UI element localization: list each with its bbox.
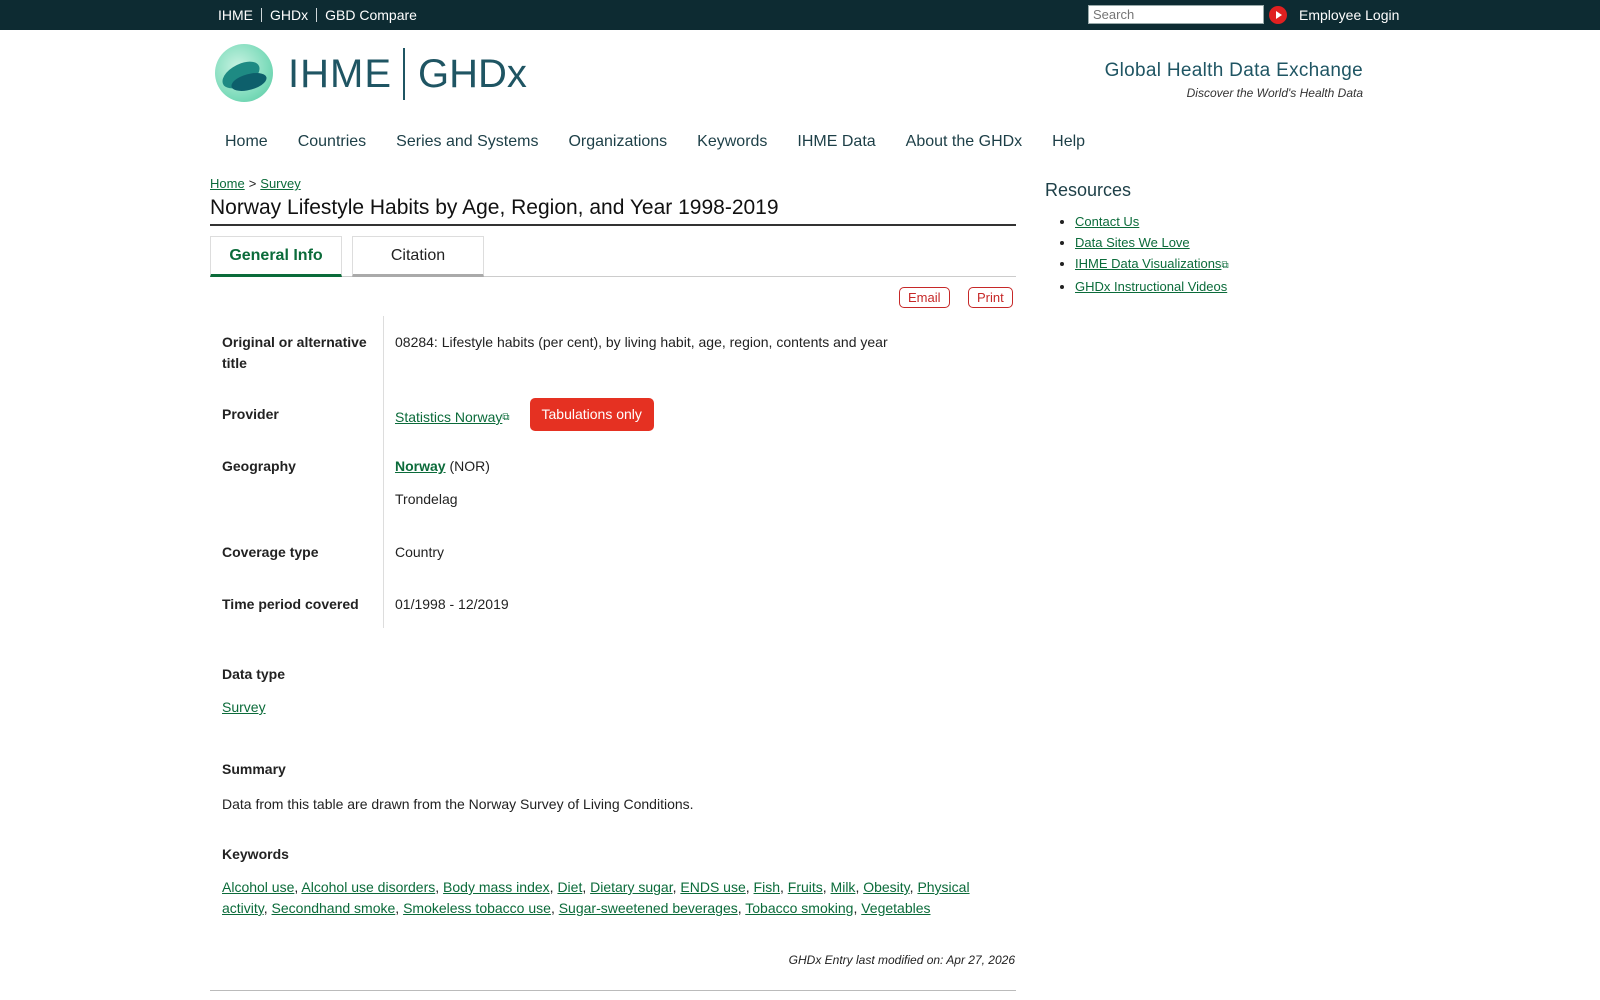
meta-label: Time period covered [210, 578, 384, 628]
keyword-link[interactable]: Fish [754, 879, 780, 895]
resource-link-contact[interactable]: Contact Us [1075, 214, 1139, 229]
geography-region: Trondelag [395, 491, 458, 507]
resources-item: Contact Us [1075, 213, 1229, 230]
brand-ghdx[interactable]: GHDx [418, 52, 527, 97]
meta-value: 08284: Lifestyle habits (per cent), by l… [395, 334, 888, 350]
keyword-link[interactable]: Smokeless tobacco use [403, 900, 551, 916]
geography-code: (NOR) [449, 458, 490, 474]
search-input[interactable] [1088, 5, 1264, 24]
site-tagline: Global Health Data Exchange Discover the… [1105, 60, 1363, 100]
data-type-link[interactable]: Survey [222, 699, 266, 715]
meta-row-provider: Provider Statistics Norway ⧉ Tabulations… [210, 388, 1016, 440]
nav-about[interactable]: About the GHDx [906, 133, 1023, 151]
keyword-link[interactable]: Obesity [863, 879, 909, 895]
meta-value: Country [395, 544, 445, 560]
resource-link-data-sites[interactable]: Data Sites We Love [1075, 235, 1190, 250]
meta-row-coverage: Coverage type Country [210, 526, 1016, 578]
bottom-divider [210, 990, 1016, 991]
meta-label: Provider [210, 388, 384, 440]
page-title: Norway Lifestyle Habits by Age, Region, … [210, 196, 1016, 226]
top-link-gbd-compare[interactable]: GBD Compare [316, 8, 425, 22]
geography-country-line: Norway (NOR) [395, 456, 1016, 477]
nav-ihme-data[interactable]: IHME Data [797, 133, 875, 151]
meta-row-time-period: Time period covered 01/1998 - 12/2019 [210, 578, 1016, 628]
meta-row-original-title: Original or alternative title 08284: Lif… [210, 316, 1016, 388]
nav-series-systems[interactable]: Series and Systems [396, 133, 538, 151]
resources-item: GHDx Instructional Videos [1075, 278, 1229, 295]
keywords-heading: Keywords [222, 846, 289, 862]
provider-link[interactable]: Statistics Norway [395, 407, 502, 428]
external-link-icon: ⧉ [502, 412, 510, 423]
tab-bar: General Info Citation [210, 236, 1016, 277]
print-button[interactable]: Print [968, 287, 1013, 308]
keyword-link[interactable]: Alcohol use [222, 879, 294, 895]
data-type-value: Survey [222, 697, 266, 718]
tagline-subtitle: Discover the World's Health Data [1186, 86, 1363, 100]
keyword-link[interactable]: Secondhand smoke [272, 900, 396, 916]
meta-row-geography: Geography Norway (NOR) Trondelag [210, 440, 1016, 526]
breadcrumb: Home > Survey [210, 176, 301, 191]
breadcrumb-separator: > [248, 176, 257, 191]
top-link-ihme[interactable]: IHME [218, 8, 261, 22]
keyword-link[interactable]: Fruits [788, 879, 823, 895]
nav-countries[interactable]: Countries [298, 133, 366, 151]
nav-help[interactable]: Help [1052, 133, 1085, 151]
metadata-table: Original or alternative title 08284: Lif… [210, 316, 1016, 628]
keyword-link[interactable]: Body mass index [443, 879, 550, 895]
search-submit-icon[interactable] [1269, 6, 1287, 24]
ihme-logo-icon[interactable] [215, 44, 273, 102]
meta-label: Coverage type [210, 526, 384, 578]
tab-general-info[interactable]: General Info [210, 236, 342, 277]
nav-home[interactable]: Home [225, 133, 268, 151]
top-link-ghdx[interactable]: GHDx [261, 8, 316, 22]
keyword-link[interactable]: Milk [831, 879, 856, 895]
meta-value: Norway (NOR) Trondelag [384, 440, 1016, 526]
keyword-link[interactable]: Dietary sugar [590, 879, 672, 895]
summary-text: Data from this table are drawn from the … [222, 796, 694, 812]
keyword-link[interactable]: ENDS use [680, 879, 745, 895]
keyword-link[interactable]: Tobacco smoking [745, 900, 853, 916]
external-link-icon: ⧉ [1221, 260, 1229, 271]
tabulations-only-badge[interactable]: Tabulations only [529, 398, 654, 431]
resources-item: Data Sites We Love [1075, 234, 1229, 251]
tagline-title: Global Health Data Exchange [1104, 60, 1363, 81]
geography-country-link[interactable]: Norway [395, 458, 446, 474]
data-type-heading: Data type [222, 666, 286, 682]
brand-ihme[interactable]: IHME [288, 52, 392, 97]
top-utility-bar: IHME GHDx GBD Compare Employee Login [0, 0, 1600, 30]
meta-label: Geography [210, 440, 384, 526]
resources-item: IHME Data Visualizations⧉ [1075, 255, 1229, 274]
keyword-link[interactable]: Vegetables [861, 900, 930, 916]
meta-value: Statistics Norway ⧉ Tabulations only [384, 388, 1016, 440]
keyword-link[interactable]: Diet [557, 879, 582, 895]
meta-value: 01/1998 - 12/2019 [395, 596, 509, 612]
resource-link-visualizations[interactable]: IHME Data Visualizations [1075, 256, 1221, 271]
top-nav: IHME GHDx GBD Compare [218, 0, 425, 30]
main-nav: Home Countries Series and Systems Organi… [225, 133, 1085, 151]
resources-heading: Resources [1045, 180, 1132, 200]
resource-link-videos[interactable]: GHDx Instructional Videos [1075, 279, 1227, 294]
keyword-link[interactable]: Sugar-sweetened beverages [559, 900, 738, 916]
nav-organizations[interactable]: Organizations [568, 133, 667, 151]
email-button[interactable]: Email [899, 287, 950, 308]
employee-login-link[interactable]: Employee Login [1299, 7, 1399, 23]
last-modified-note: GHDx Entry last modified on: Apr 27, 202… [788, 953, 1015, 967]
breadcrumb-survey[interactable]: Survey [260, 176, 300, 191]
keyword-link[interactable]: Alcohol use disorders [301, 879, 435, 895]
brand-divider [403, 48, 405, 100]
resources-list: Contact Us Data Sites We Love IHME Data … [1075, 213, 1229, 299]
keywords-list: Alcohol use, Alcohol use disorders, Body… [222, 879, 970, 916]
provider-line: Statistics Norway ⧉ Tabulations only [395, 398, 1016, 431]
breadcrumb-home[interactable]: Home [210, 176, 245, 191]
meta-label: Original or alternative title [210, 316, 384, 388]
nav-keywords[interactable]: Keywords [697, 133, 767, 151]
tab-citation[interactable]: Citation [352, 236, 484, 277]
summary-heading: Summary [222, 761, 286, 777]
